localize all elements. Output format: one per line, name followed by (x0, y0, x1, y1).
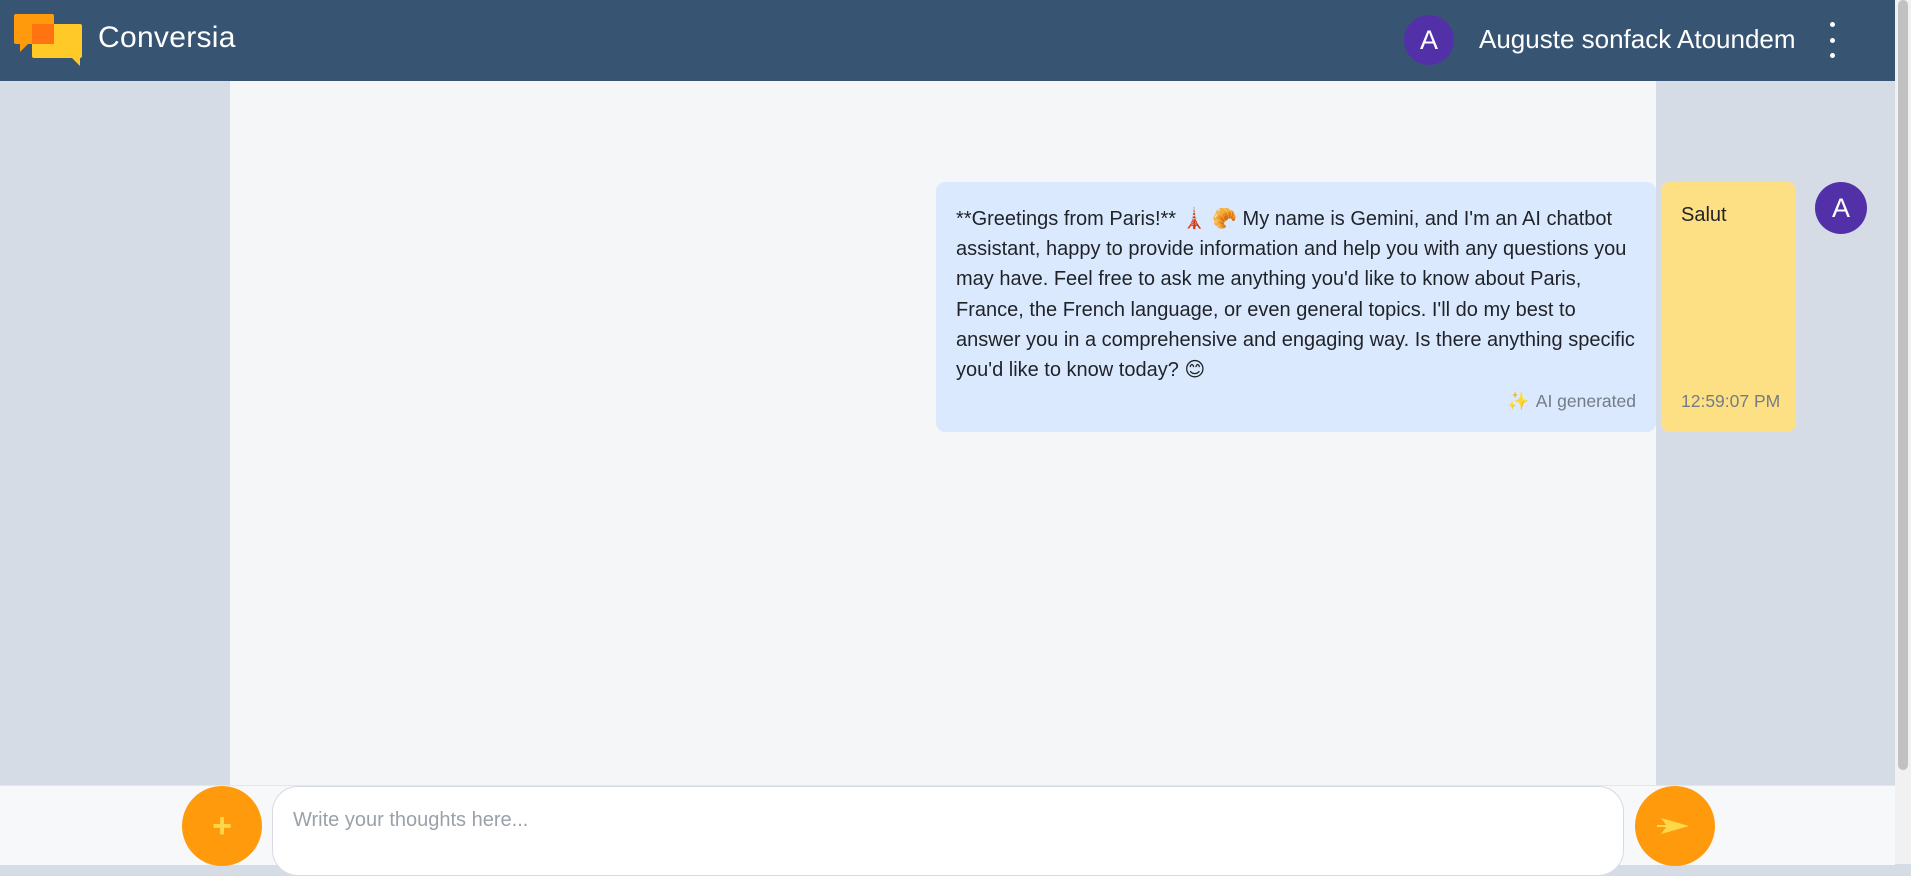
message-avatar: A (1815, 182, 1867, 234)
message-input[interactable] (272, 786, 1624, 876)
message-timestamp: 12:59:07 PM (1681, 391, 1781, 411)
ai-message-bubble: **Greetings from Paris!** 🗼 🥐 My name is… (936, 182, 1656, 432)
send-button[interactable] (1635, 786, 1715, 866)
kebab-menu-icon[interactable] (1820, 22, 1844, 58)
scrollbar-thumb[interactable] (1898, 0, 1908, 770)
header-bar: Conversia A Auguste sonfack Atoundem (0, 0, 1895, 81)
user-name: Auguste sonfack Atoundem (1479, 24, 1796, 54)
user-message-text: Salut (1681, 204, 1727, 226)
send-arrow-icon (1657, 818, 1689, 834)
ai-generated-text: AI generated (1535, 391, 1636, 411)
app-title: Conversia (98, 21, 236, 54)
chat-panel: **Greetings from Paris!** 🗼 🥐 My name is… (230, 81, 1867, 785)
ai-message-text: **Greetings from Paris!** 🗼 🥐 My name is… (956, 208, 1635, 382)
sparkle-icon: ✨ (1507, 391, 1530, 411)
ai-generated-label: ✨ AI generated (1507, 391, 1636, 412)
user-message-bubble: Salut 12:59:07 PM (1661, 182, 1796, 432)
chat-bubbles-icon (14, 14, 84, 66)
user-avatar[interactable]: A (1404, 15, 1454, 65)
add-button[interactable]: + (182, 786, 262, 866)
